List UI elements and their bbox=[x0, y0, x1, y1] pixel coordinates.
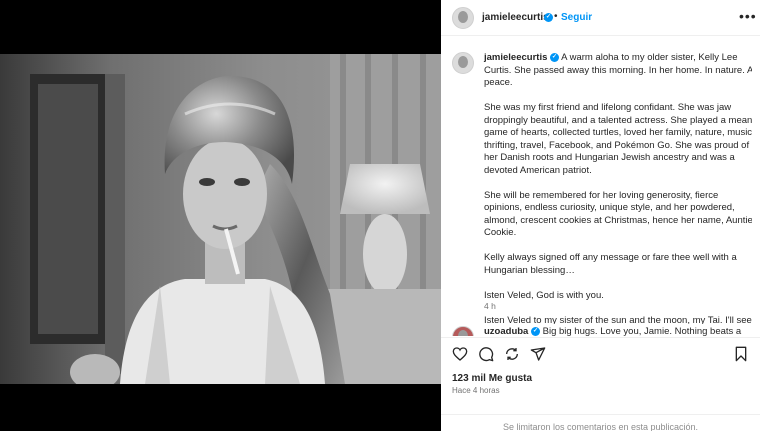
caption-paragraph: Kelly always signed off any message or f… bbox=[484, 252, 737, 276]
author-username[interactable]: jamieleecurtis bbox=[482, 12, 549, 23]
likes-count[interactable]: 123 mil Me gusta bbox=[452, 373, 532, 384]
caption-timestamp[interactable]: 4 h bbox=[484, 301, 496, 311]
comments-disabled-notice: Se limitaron los comentarios en esta pub… bbox=[441, 414, 760, 431]
post-caption: jamieleecurtis ✓ A warm aloha to my olde… bbox=[452, 52, 752, 324]
comment-item: uzoaduba ✓ Big big hugs. Love you, Jamie… bbox=[452, 326, 752, 336]
post-header: jamieleecurtis ✓ • Seguir ••• bbox=[441, 0, 760, 36]
post-timestamp[interactable]: Hace 4 horas bbox=[452, 386, 500, 395]
author-avatar[interactable] bbox=[452, 7, 474, 29]
follow-button[interactable]: Seguir bbox=[561, 12, 592, 23]
caption-paragraph: Isten Veled, God is with you. bbox=[484, 289, 604, 301]
comment-text: Big big hugs. Love you, Jamie. Nothing b… bbox=[542, 326, 742, 336]
verified-icon: ✓ bbox=[544, 13, 553, 22]
more-icon[interactable]: ••• bbox=[739, 9, 757, 23]
photo-illustration bbox=[0, 54, 441, 384]
post-actions: 123 mil Me gusta Hace 4 horas Se limitar… bbox=[441, 337, 760, 431]
comment-icon[interactable] bbox=[478, 346, 494, 362]
verified-icon: ✓ bbox=[550, 52, 560, 62]
caption-paragraph: She will be remembered for her loving ge… bbox=[484, 189, 752, 239]
commenter-username[interactable]: uzoaduba bbox=[484, 326, 528, 336]
share-icon[interactable] bbox=[504, 346, 520, 362]
bookmark-icon[interactable] bbox=[733, 346, 749, 362]
caption-paragraph: jamieleecurtis ✓ A warm aloha to my olde… bbox=[484, 52, 752, 90]
verified-icon: ✓ bbox=[530, 326, 540, 336]
caption-avatar[interactable] bbox=[452, 52, 474, 74]
heart-icon[interactable] bbox=[452, 346, 468, 362]
caption-text: jamieleecurtis ✓ A warm aloha to my olde… bbox=[484, 52, 752, 324]
caption-paragraph: Isten Veled to my sister of the sun and … bbox=[484, 314, 752, 325]
media-pane bbox=[0, 0, 441, 431]
comment-line: uzoaduba ✓ Big big hugs. Love you, Jamie… bbox=[484, 326, 741, 336]
commenter-avatar[interactable] bbox=[452, 326, 474, 336]
post-photo[interactable] bbox=[0, 54, 441, 384]
caption-username[interactable]: jamieleecurtis bbox=[484, 52, 547, 63]
separator-dot: • bbox=[554, 11, 558, 22]
send-icon[interactable] bbox=[530, 346, 546, 362]
post-sidebar: jamieleecurtis ✓ • Seguir ••• jamieleecu… bbox=[441, 0, 760, 431]
caption-paragraph: She was my first friend and lifelong con… bbox=[484, 102, 752, 176]
instagram-post-view: jamieleecurtis ✓ • Seguir ••• jamieleecu… bbox=[0, 0, 760, 431]
